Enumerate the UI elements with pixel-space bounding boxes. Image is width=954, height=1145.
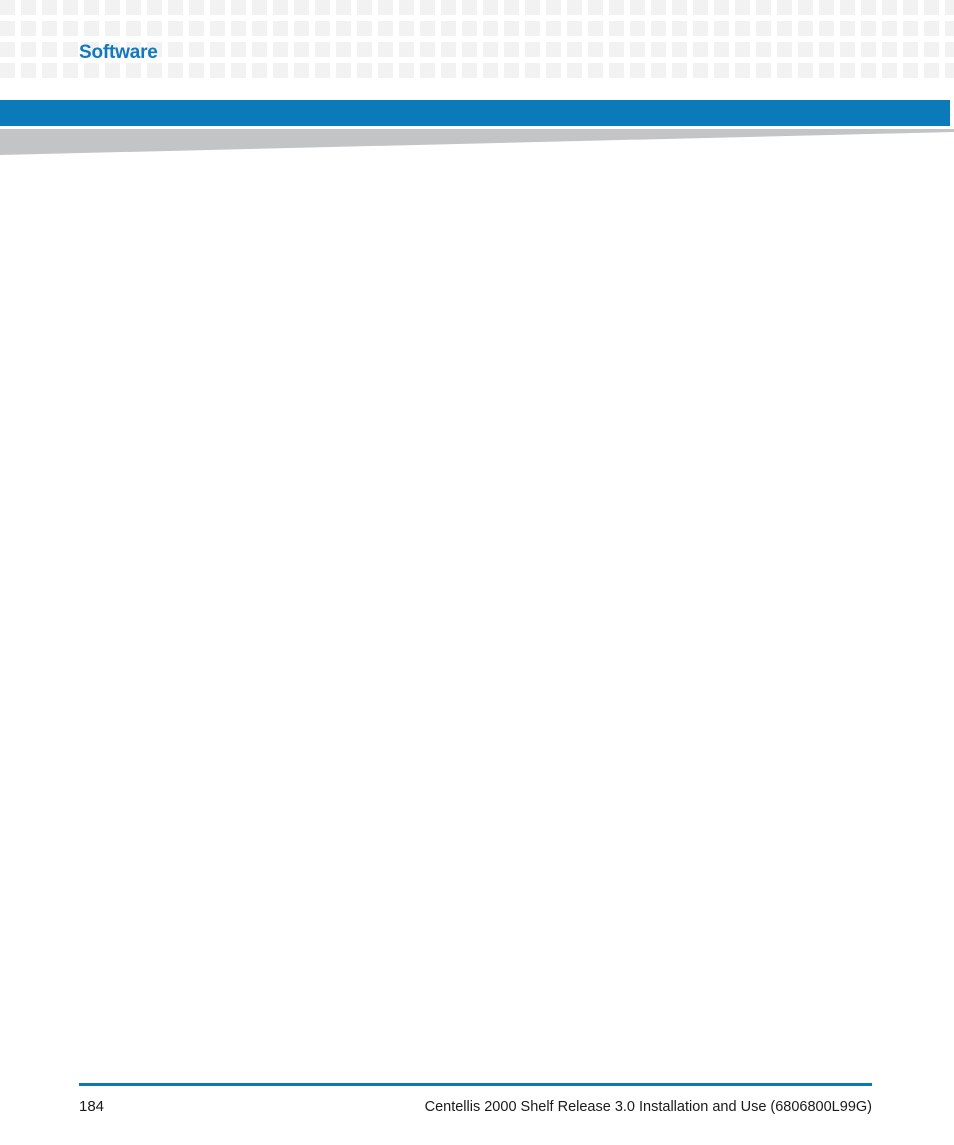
pattern-row	[0, 0, 954, 15]
running-head-title: Software	[79, 42, 158, 63]
footer-rule	[79, 1083, 872, 1086]
page-footer: 184 Centellis 2000 Shelf Release 3.0 Ins…	[79, 1083, 872, 1123]
footer-page-number: 184	[79, 1098, 105, 1115]
footer-row: 184 Centellis 2000 Shelf Release 3.0 Ins…	[79, 1097, 872, 1117]
header-gray-swoosh	[0, 129, 954, 157]
header-blue-bar	[0, 100, 950, 126]
document-page: Software 184 Centellis 2000 Shelf Releas…	[0, 0, 954, 1145]
pattern-row	[0, 21, 954, 36]
footer-document-title: Centellis 2000 Shelf Release 3.0 Install…	[424, 1099, 872, 1115]
page-body-content	[79, 175, 872, 1070]
